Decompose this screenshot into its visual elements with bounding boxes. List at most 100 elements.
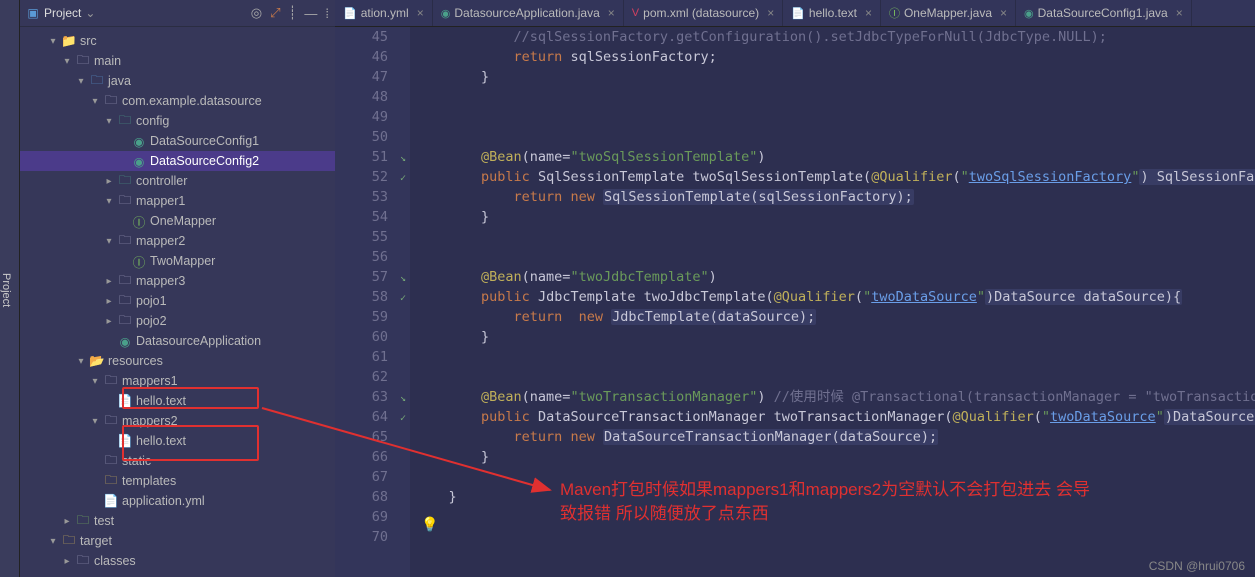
tree-node[interactable]: 📄hello.text xyxy=(20,391,335,411)
tree-node[interactable]: ▸🗀test xyxy=(20,511,335,531)
tree-node[interactable]: ▾📁src xyxy=(20,31,335,51)
code-line[interactable]: } xyxy=(416,327,1255,347)
bulb-icon[interactable]: 💡 xyxy=(421,515,438,535)
tree-node[interactable]: ▾🗀target xyxy=(20,531,335,551)
target-icon[interactable]: ◎ xyxy=(251,5,262,21)
tree-node[interactable]: ◉DataSourceConfig1 xyxy=(20,131,335,151)
tree-node[interactable]: ▸ 🗀 controller xyxy=(20,171,335,191)
code-line[interactable]: } xyxy=(416,447,1255,467)
expand-icon[interactable]: ⤢ xyxy=(270,5,280,21)
annotation-text: Maven打包时候如果mappers1和mappers2为空默认不会打包进去 会… xyxy=(560,478,1200,526)
code-line[interactable]: } xyxy=(416,207,1255,227)
code-line[interactable]: public DataSourceTransactionManager twoT… xyxy=(416,407,1255,427)
tree-node-label: mapper3 xyxy=(136,274,185,288)
tree-node[interactable]: ▸🗀pojo2 xyxy=(20,311,335,331)
tree-arrow-icon: ▸ xyxy=(104,176,114,187)
tree-node[interactable]: 🗀static xyxy=(20,451,335,471)
code-line[interactable]: return sqlSessionFactory; xyxy=(416,47,1255,67)
gutter-line: 67 xyxy=(335,467,410,487)
tab-close-icon[interactable]: × xyxy=(417,6,424,20)
tree-node[interactable]: ▾🗀com.example.datasource xyxy=(20,91,335,111)
code-line[interactable]: return new DataSourceTransactionManager(… xyxy=(416,427,1255,447)
gutter-line: 47 xyxy=(335,67,410,87)
code-line[interactable] xyxy=(416,367,1255,387)
tree-node[interactable]: ▸🗀mapper3 xyxy=(20,271,335,291)
tree-node[interactable]: ▾🗀mappers1 xyxy=(20,371,335,391)
tree-node-label: DatasourceApplication xyxy=(136,334,261,348)
tree-node[interactable]: ▾🗀mapper2 xyxy=(20,231,335,251)
tree-node-icon: 🗀 xyxy=(118,171,132,192)
code-line[interactable]: } xyxy=(416,67,1255,87)
editor-tab[interactable]: Vpom.xml (datasource)× xyxy=(624,0,783,26)
tree-node-label: pojo2 xyxy=(136,314,167,328)
tree-node-icon: Ⓘ xyxy=(132,212,146,231)
tree-node[interactable]: ▾🗀java xyxy=(20,71,335,91)
code-line[interactable] xyxy=(416,227,1255,247)
gutter-line: 46 xyxy=(335,47,410,67)
code-line[interactable]: @Bean(name="twoJdbcTemplate") xyxy=(416,267,1255,287)
tree-node-label: static xyxy=(122,454,151,468)
tree-node-label: com.example.datasource xyxy=(122,94,262,108)
tree-node[interactable]: ⒾTwoMapper xyxy=(20,251,335,271)
tab-close-icon[interactable]: × xyxy=(1000,6,1007,20)
gutter-mark-icon[interactable]: ↘ xyxy=(400,389,406,409)
tree-node[interactable]: ▾📂resources xyxy=(20,351,335,371)
editor-tab[interactable]: ◉DatasourceApplication.java× xyxy=(433,0,624,26)
tree-node[interactable]: ⒾOneMapper xyxy=(20,211,335,231)
code-line[interactable]: return new JdbcTemplate(dataSource); xyxy=(416,307,1255,327)
gear-icon[interactable]: ⁞ xyxy=(325,6,329,21)
tree-node[interactable]: ▾🗀mappers2 xyxy=(20,411,335,431)
gutter-mark-icon[interactable]: ✓ xyxy=(400,169,406,189)
code-line[interactable]: @Bean(name="twoTransactionManager") //使用… xyxy=(416,387,1255,407)
editor-tab[interactable]: 📄hello.text× xyxy=(783,0,881,26)
gutter-line: 66 xyxy=(335,447,410,467)
tree-node[interactable]: ▾🗀mapper1 xyxy=(20,191,335,211)
tree-node-label: controller xyxy=(136,174,187,188)
gutter-mark-icon[interactable]: ↘ xyxy=(400,269,406,289)
tab-icon: 📄 xyxy=(343,7,357,20)
code-line[interactable] xyxy=(416,87,1255,107)
code-line[interactable] xyxy=(416,107,1255,127)
gutter-mark-icon[interactable]: ✓ xyxy=(400,289,406,309)
gutter-mark-icon[interactable]: ✓ xyxy=(400,409,406,429)
tree-node[interactable]: ◉DataSourceConfig2 xyxy=(20,151,335,171)
tree-arrow-icon: ▾ xyxy=(48,536,58,547)
tab-icon: ◉ xyxy=(441,7,451,20)
tab-close-icon[interactable]: × xyxy=(865,6,872,20)
code-line[interactable]: @Bean(name="twoSqlSessionTemplate") xyxy=(416,147,1255,167)
editor-tab[interactable]: ⒾOneMapper.java× xyxy=(881,0,1016,26)
gutter-mark-icon[interactable]: ↘ xyxy=(400,149,406,169)
tree-arrow-icon: ▸ xyxy=(104,276,114,287)
sidebar-title[interactable]: ▣ Project ⌄ xyxy=(26,6,95,20)
editor-tab[interactable]: 📄ation.yml× xyxy=(335,0,433,26)
project-tool-label: Project xyxy=(0,273,12,307)
code-line[interactable] xyxy=(416,247,1255,267)
tab-close-icon[interactable]: × xyxy=(1176,6,1183,20)
project-tool-strip[interactable]: Project xyxy=(0,0,20,577)
editor-tabs[interactable]: 📄ation.yml×◉DatasourceApplication.java×V… xyxy=(335,0,1255,27)
project-tree[interactable]: ▾📁src▾🗀main▾🗀java▾🗀com.example.datasourc… xyxy=(20,27,335,577)
tree-arrow-icon: ▸ xyxy=(62,516,72,527)
gutter-line: 48 xyxy=(335,87,410,107)
tree-node[interactable]: ▾🗀main xyxy=(20,51,335,71)
tree-node[interactable]: ▾🗀config xyxy=(20,111,335,131)
tree-node[interactable]: ◉DatasourceApplication xyxy=(20,331,335,351)
tree-node[interactable]: 🗀templates xyxy=(20,471,335,491)
tree-node-icon: 📄 xyxy=(118,394,132,409)
tree-node[interactable]: ▸🗀pojo1 xyxy=(20,291,335,311)
tree-node[interactable]: ▸🗀classes xyxy=(20,551,335,571)
editor-tab[interactable]: ◉DataSourceConfig1.java× xyxy=(1016,0,1192,26)
tree-node[interactable]: 📄application.yml xyxy=(20,491,335,511)
tab-label: pom.xml (datasource) xyxy=(643,6,759,20)
tab-close-icon[interactable]: × xyxy=(608,6,615,20)
code-line[interactable] xyxy=(416,347,1255,367)
tab-close-icon[interactable]: × xyxy=(767,6,774,20)
code-line[interactable]: //sqlSessionFactory.getConfiguration().s… xyxy=(416,27,1255,47)
code-line[interactable]: public SqlSessionTemplate twoSqlSessionT… xyxy=(416,167,1255,187)
tree-node[interactable]: 📄hello.text xyxy=(20,431,335,451)
code-line[interactable] xyxy=(416,527,1255,547)
code-line[interactable] xyxy=(416,127,1255,147)
code-line[interactable]: return new SqlSessionTemplate(sqlSession… xyxy=(416,187,1255,207)
collapse-icon[interactable]: — xyxy=(304,6,317,21)
code-line[interactable]: public JdbcTemplate twoJdbcTemplate(@Qua… xyxy=(416,287,1255,307)
